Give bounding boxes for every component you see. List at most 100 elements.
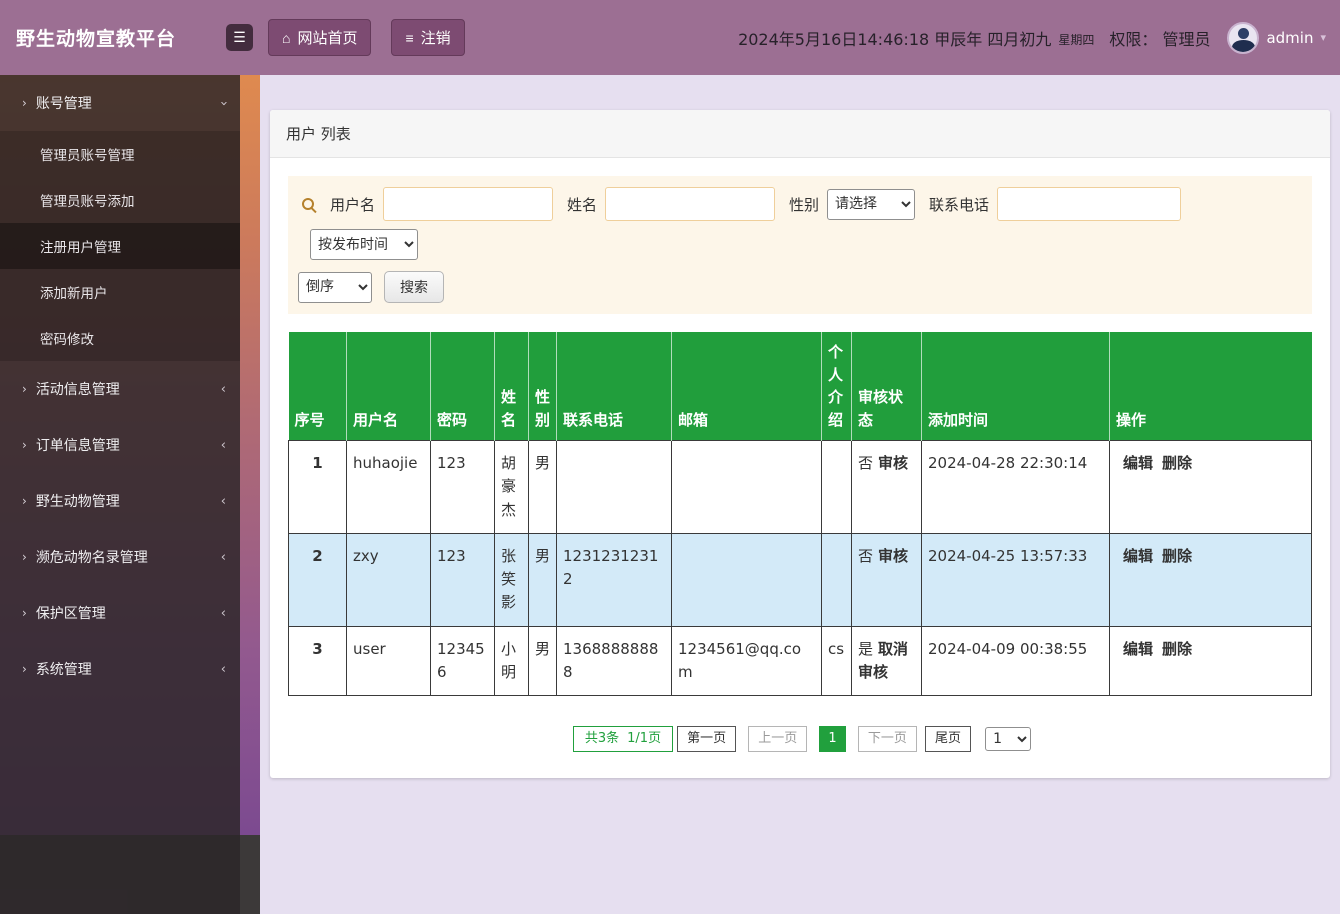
sort-field-select[interactable]: 按发布时间 xyxy=(310,229,418,260)
caret-right-icon: › xyxy=(22,495,27,507)
cell-created: 2024-04-09 00:38:55 xyxy=(922,626,1110,696)
audit-action-link[interactable]: 审核 xyxy=(878,547,908,565)
sidebar-group-system[interactable]: › 系统管理 ‹ xyxy=(0,641,240,697)
chevron-left-icon: ‹ xyxy=(221,551,226,564)
prev-page-button[interactable]: 上一页 xyxy=(748,726,807,752)
sort-order-select[interactable]: 倒序 xyxy=(298,272,372,303)
top-bar: 野生动物宣教平台 ☰ ⌂ 网站首页 ≡ 注销 2024年5月16日14:46:1… xyxy=(0,0,1340,75)
name-input[interactable] xyxy=(605,187,775,221)
sidebar-group-label: 野生动物管理 xyxy=(36,491,212,511)
caret-right-icon: › xyxy=(22,551,27,563)
sidebar-item-admin-account-manage[interactable]: 管理员账号管理 xyxy=(0,131,240,177)
header-right: 2024年5月16日14:46:18 甲辰年 四月初九 星期四 权限： 管理员 … xyxy=(738,22,1340,54)
audit-status-text: 否 xyxy=(858,547,873,565)
app-title: 野生动物宣教平台 xyxy=(0,24,240,51)
col-header-audit-status: 审核状态 xyxy=(852,332,922,441)
cell-password: 123 xyxy=(431,441,495,534)
logout-button[interactable]: ≡ 注销 xyxy=(391,19,464,56)
username-text[interactable]: admin xyxy=(1266,29,1313,47)
chevron-left-icon: ‹ xyxy=(221,439,226,452)
search-row-1: 用户名 姓名 性别 请选择 联系电话 按发布时间 xyxy=(298,187,1302,260)
audit-action-link[interactable]: 审核 xyxy=(878,454,908,472)
phone-input[interactable] xyxy=(997,187,1181,221)
edit-link[interactable]: 编辑 xyxy=(1123,640,1153,658)
table-header-row: 序号 用户名 密码 姓名 性别 联系电话 邮箱 个人介绍 审核状态 添加时间 操… xyxy=(289,332,1312,441)
edit-link[interactable]: 编辑 xyxy=(1123,454,1153,472)
sidebar-group-activity-info[interactable]: › 活动信息管理 ‹ xyxy=(0,361,240,417)
sidebar-item-password-change[interactable]: 密码修改 xyxy=(0,315,240,361)
col-header-name: 姓名 xyxy=(495,332,529,441)
col-header-password: 密码 xyxy=(431,332,495,441)
username-label: 用户名 xyxy=(330,194,375,215)
cell-seq: 3 xyxy=(289,626,347,696)
cell-seq: 2 xyxy=(289,533,347,626)
sidebar-group-endangered-list[interactable]: › 濒危动物名录管理 ‹ xyxy=(0,529,240,585)
sidebar-group-account[interactable]: › 账号管理 › xyxy=(0,75,240,131)
chevron-left-icon: ‹ xyxy=(221,663,226,676)
sidebar-group-order-info[interactable]: › 订单信息管理 ‹ xyxy=(0,417,240,473)
avatar[interactable] xyxy=(1227,22,1259,54)
datetime-text: 2024年5月16日14:46:18 甲辰年 四月初九 xyxy=(738,26,1051,50)
hamburger-menu-icon[interactable]: ☰ xyxy=(226,24,253,51)
home-icon: ⌂ xyxy=(282,31,290,45)
cell-name: 胡豪杰 xyxy=(495,441,529,534)
sidebar-item-admin-account-add[interactable]: 管理员账号添加 xyxy=(0,177,240,223)
first-page-button[interactable]: 第一页 xyxy=(677,726,736,752)
sidebar-item-add-new-user[interactable]: 添加新用户 xyxy=(0,269,240,315)
search-row-2: 倒序 搜索 xyxy=(298,271,1302,303)
logout-button-label: 注销 xyxy=(421,27,451,48)
cell-email xyxy=(672,533,822,626)
table-row: 2 zxy 123 张笑影 男 12312312312 否审核 2024-04-… xyxy=(289,533,1312,626)
logout-icon: ≡ xyxy=(405,31,413,45)
panel-title: 用户 列表 xyxy=(270,110,1330,158)
next-page-button[interactable]: 下一页 xyxy=(858,726,917,752)
cell-intro xyxy=(822,533,852,626)
sidebar-submenu-account: 管理员账号管理 管理员账号添加 注册用户管理 添加新用户 密码修改 xyxy=(0,131,240,361)
sidebar-group-label: 账号管理 xyxy=(36,93,212,113)
cell-seq: 1 xyxy=(289,441,347,534)
sidebar-item-registered-user-manage[interactable]: 注册用户管理 xyxy=(0,223,240,269)
user-list-panel: 用户 列表 用户名 姓名 性别 请选择 联系电话 按发布时间 xyxy=(270,110,1330,778)
total-count: 共3条 xyxy=(585,731,619,746)
gender-select[interactable]: 请选择 xyxy=(827,189,915,220)
page-info: 1/1页 xyxy=(627,731,661,746)
delete-link[interactable]: 删除 xyxy=(1162,547,1192,565)
last-page-button[interactable]: 尾页 xyxy=(925,726,971,752)
col-header-seq: 序号 xyxy=(289,332,347,441)
sidebar-group-label: 活动信息管理 xyxy=(36,379,212,399)
delete-link[interactable]: 删除 xyxy=(1162,454,1192,472)
sidebar-group-wildlife[interactable]: › 野生动物管理 ‹ xyxy=(0,473,240,529)
col-header-phone: 联系电话 xyxy=(557,332,672,441)
home-button[interactable]: ⌂ 网站首页 xyxy=(268,19,371,56)
cell-gender: 男 xyxy=(529,533,557,626)
search-button[interactable]: 搜索 xyxy=(384,271,444,303)
permission-text: 权限： 管理员 xyxy=(1109,26,1210,50)
current-page-button[interactable]: 1 xyxy=(819,726,845,752)
col-header-created: 添加时间 xyxy=(922,332,1110,441)
cell-phone xyxy=(557,441,672,534)
weekday-text: 星期四 xyxy=(1058,31,1094,48)
edit-link[interactable]: 编辑 xyxy=(1123,547,1153,565)
col-header-username: 用户名 xyxy=(347,332,431,441)
cell-intro xyxy=(822,441,852,534)
pagination: 共3条 1/1页 第一页 上一页 1 下一页 尾页 1 xyxy=(270,696,1330,776)
sidebar-group-label: 订单信息管理 xyxy=(36,435,212,455)
delete-link[interactable]: 删除 xyxy=(1162,640,1192,658)
audit-status-text: 否 xyxy=(858,454,873,472)
col-header-intro: 个人介绍 xyxy=(822,332,852,441)
sidebar: › 账号管理 › 管理员账号管理 管理员账号添加 注册用户管理 添加新用户 密码… xyxy=(0,75,260,914)
phone-label: 联系电话 xyxy=(929,194,989,215)
sidebar-group-reserve[interactable]: › 保护区管理 ‹ xyxy=(0,585,240,641)
cell-username: huhaojie xyxy=(347,441,431,534)
cell-gender: 男 xyxy=(529,626,557,696)
cell-username: zxy xyxy=(347,533,431,626)
cell-name: 小明 xyxy=(495,626,529,696)
user-dropdown-caret-icon[interactable]: ▾ xyxy=(1320,31,1326,44)
caret-right-icon: › xyxy=(22,383,27,395)
search-form: 用户名 姓名 性别 请选择 联系电话 按发布时间 倒序 搜索 xyxy=(288,176,1312,314)
home-button-label: 网站首页 xyxy=(297,27,357,48)
username-input[interactable] xyxy=(383,187,553,221)
main-content: 用户 列表 用户名 姓名 性别 请选择 联系电话 按发布时间 xyxy=(260,75,1340,914)
page-number-select[interactable]: 1 xyxy=(985,727,1031,751)
caret-right-icon: › xyxy=(22,439,27,451)
